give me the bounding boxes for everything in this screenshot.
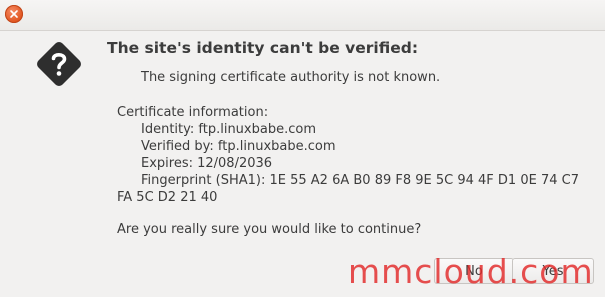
title-bar [0, 0, 605, 31]
dialog-subline: The signing certificate authority is not… [141, 70, 441, 85]
dialog-heading: The site's identity can't be verified: [107, 39, 419, 57]
certificate-verified-by: Verified by: ftp.linuxbabe.com [141, 139, 336, 154]
confirm-question: Are you really sure you would like to co… [117, 222, 422, 237]
yes-button-label: Yes [542, 263, 564, 279]
close-button[interactable] [5, 5, 23, 23]
certificate-details: Certificate information: Identity: ftp.l… [117, 104, 587, 206]
no-button[interactable]: No [434, 258, 514, 284]
yes-button[interactable]: Yes [512, 258, 594, 284]
close-icon [10, 10, 18, 18]
certificate-header: Certificate information: [117, 105, 269, 120]
no-button-label: No [465, 263, 483, 279]
question-icon [33, 38, 85, 90]
certificate-fingerprint: Fingerprint (SHA1): 1E 55 A2 6A B0 89 F8… [141, 173, 579, 188]
certificate-fingerprint-cont: FA 5C D2 21 40 [117, 190, 218, 205]
certificate-identity: Identity: ftp.linuxbabe.com [141, 122, 316, 137]
certificate-expires: Expires: 12/08/2036 [141, 156, 273, 171]
